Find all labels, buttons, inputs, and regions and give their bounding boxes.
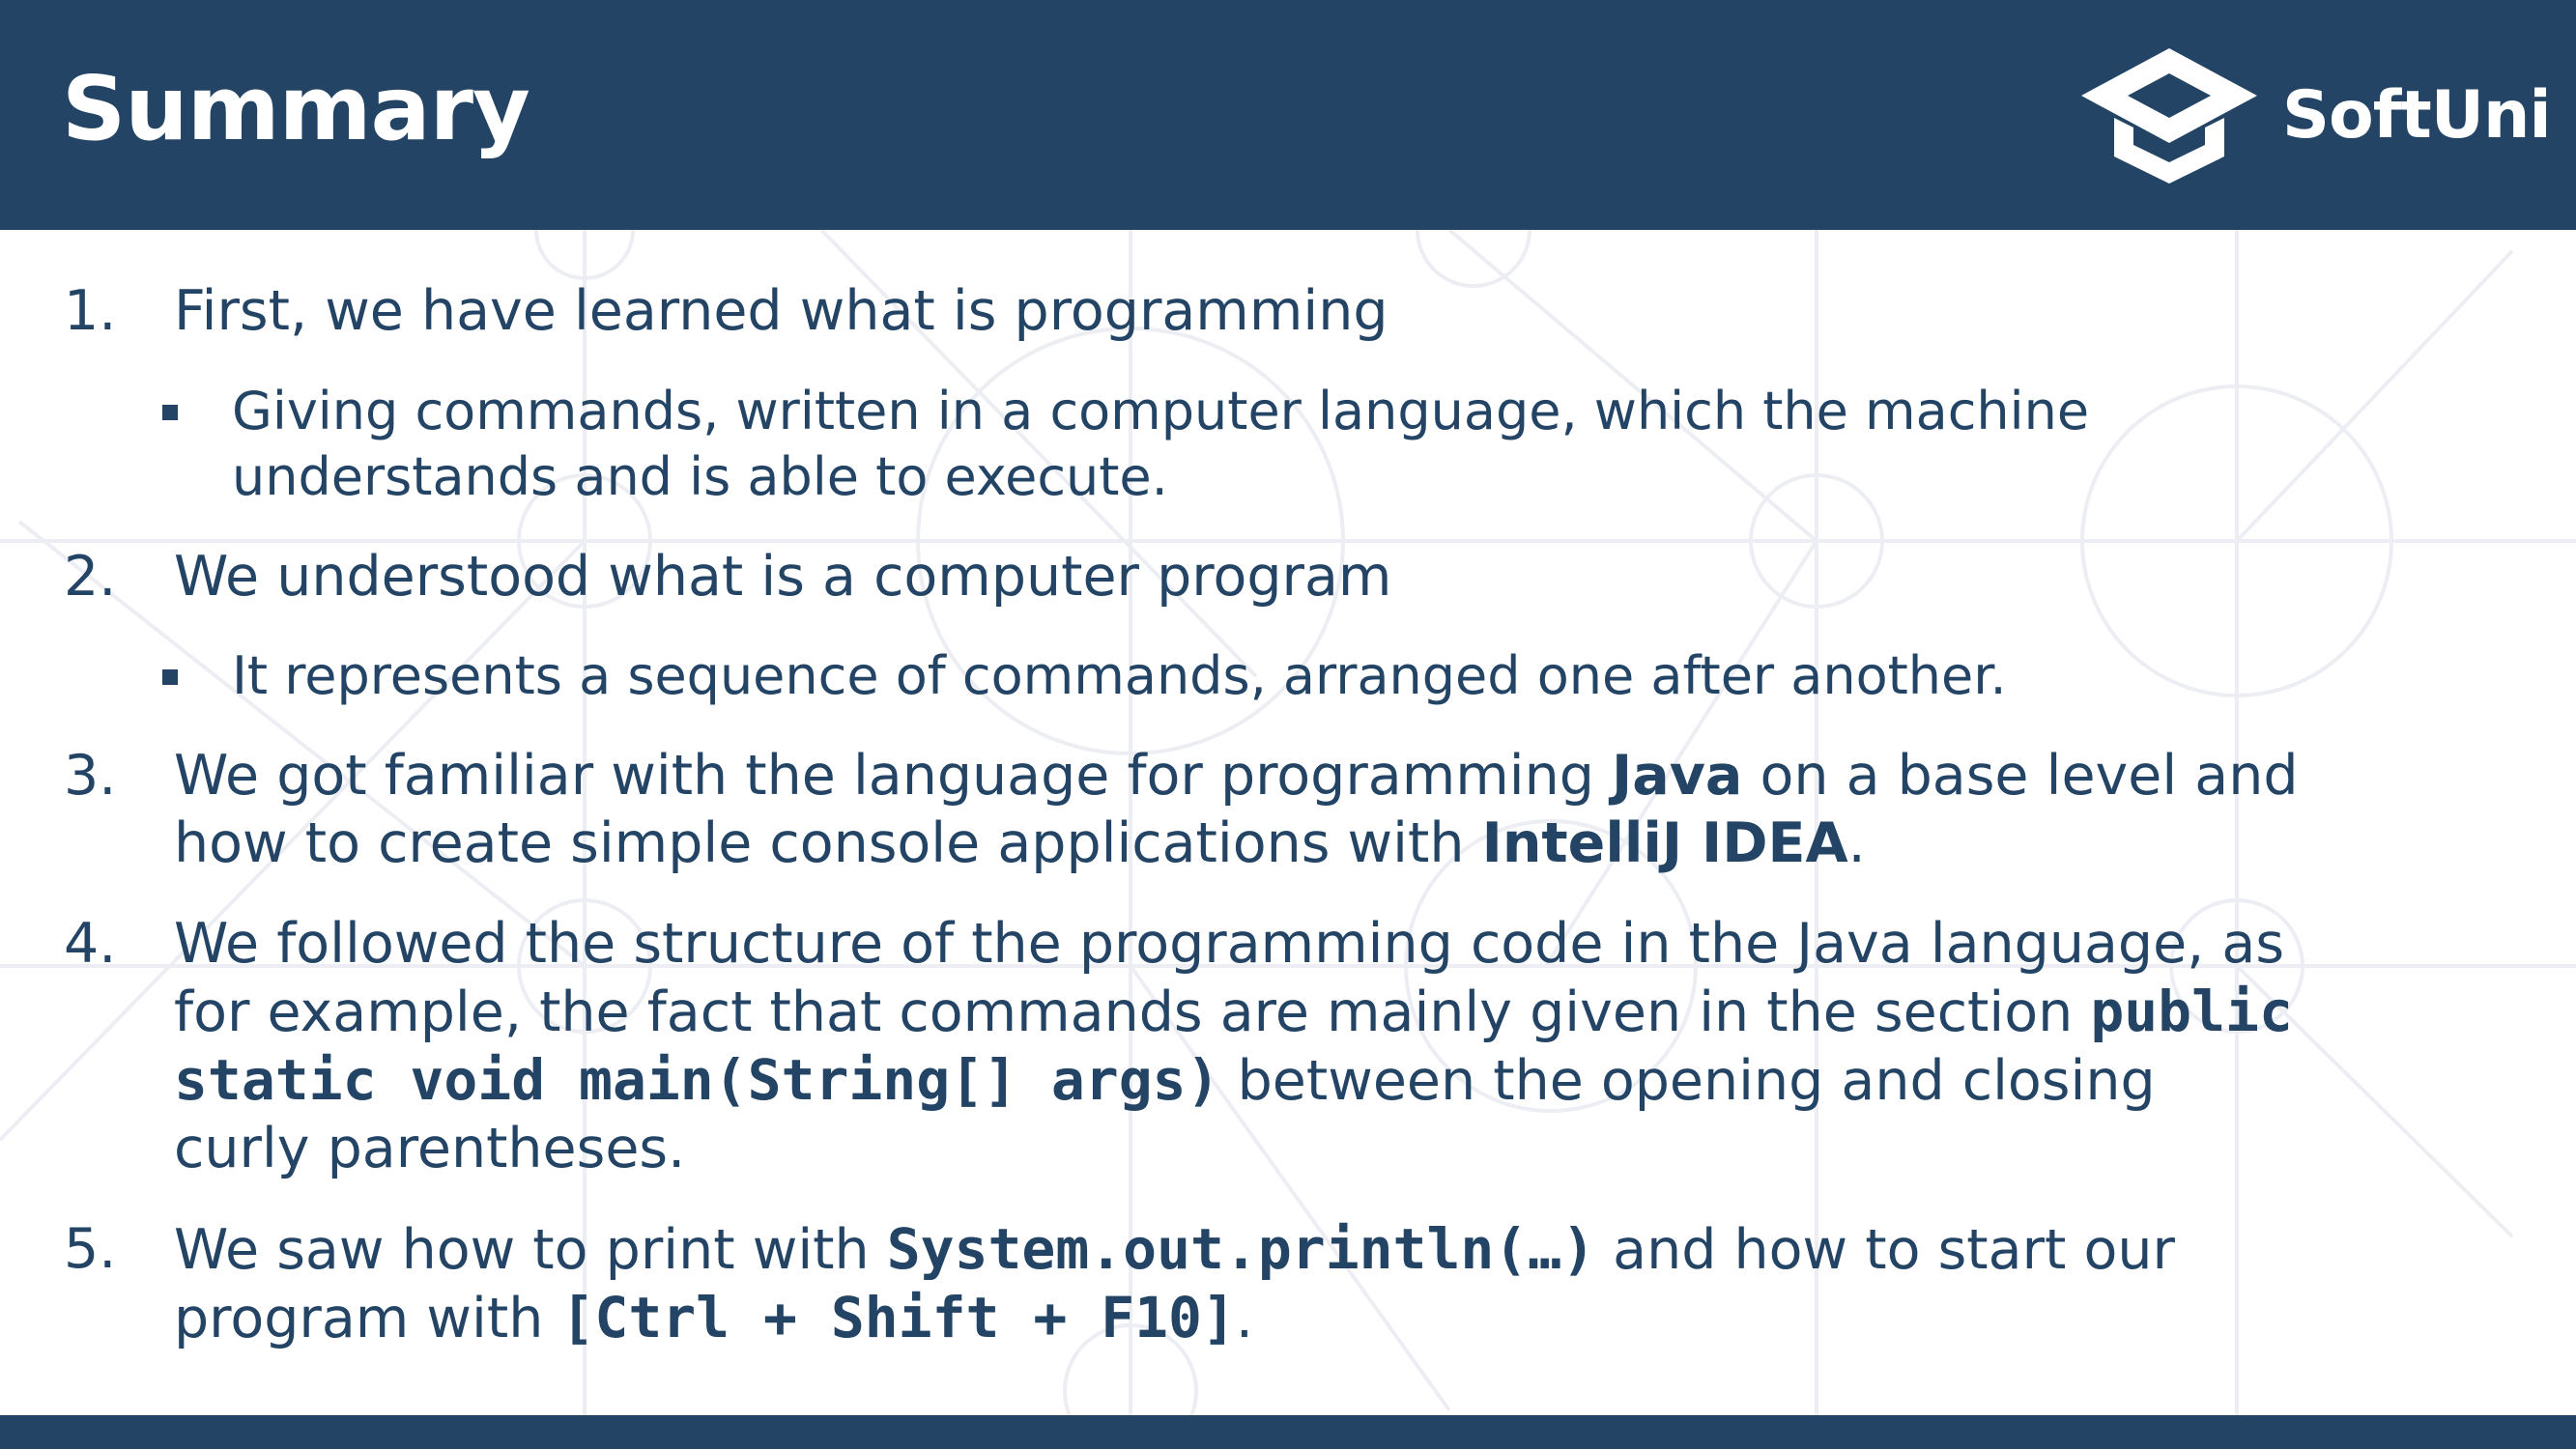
shortcut-code: [Ctrl + Shift + F10] [560, 1285, 1236, 1350]
square-bullet-icon [162, 405, 178, 420]
list-item-2: 2. We understood what is a computer prog… [64, 543, 2300, 611]
sub-item-text: It represents a sequence of commands, ar… [232, 645, 2007, 706]
header-bar: Summary SoftUni [0, 0, 2576, 230]
item-text: We understood what is a computer program [174, 545, 1392, 609]
println-code: System.out.println(…) [886, 1216, 1596, 1282]
list-number: 1. [64, 279, 117, 343]
footer-bar [0, 1415, 2576, 1449]
list-number: 3. [64, 744, 117, 808]
graduation-cap-icon [2081, 48, 2257, 184]
list-number: 2. [64, 545, 117, 609]
intellij-keyword: IntelliJ IDEA [1481, 811, 1848, 875]
list-item-1: 1. First, we have learned what is progra… [64, 277, 2300, 345]
item-text-before: We got familiar with the language for pr… [174, 744, 1613, 808]
item-text-before: We saw how to print with [174, 1218, 887, 1282]
square-bullet-icon [162, 669, 178, 685]
list-item-3: 3. We got familiar with the language for… [64, 742, 2300, 877]
list-item-4: 4. We followed the structure of the prog… [64, 910, 2300, 1182]
softuni-logo: SoftUni [2077, 43, 2552, 187]
java-keyword: Java [1612, 744, 1743, 808]
item-text-after: . [1235, 1287, 1253, 1350]
item-text-before: We followed the structure of the program… [174, 912, 2285, 1044]
list-number: 4. [64, 912, 117, 976]
logo-text: SoftUni [2282, 77, 2552, 154]
item-text-after: . [1847, 811, 1866, 875]
sub-item-text: Giving commands, written in a computer l… [232, 381, 2090, 507]
list-item-5: 5. We saw how to print with System.out.p… [64, 1215, 2300, 1352]
item-text: First, we have learned what is programmi… [174, 279, 1388, 343]
sub-item-1: Giving commands, written in a computer l… [162, 379, 2164, 510]
page-title: Summary [62, 57, 530, 160]
list-number: 5. [64, 1217, 117, 1281]
sub-item-2: It represents a sequence of commands, ar… [162, 643, 2164, 709]
